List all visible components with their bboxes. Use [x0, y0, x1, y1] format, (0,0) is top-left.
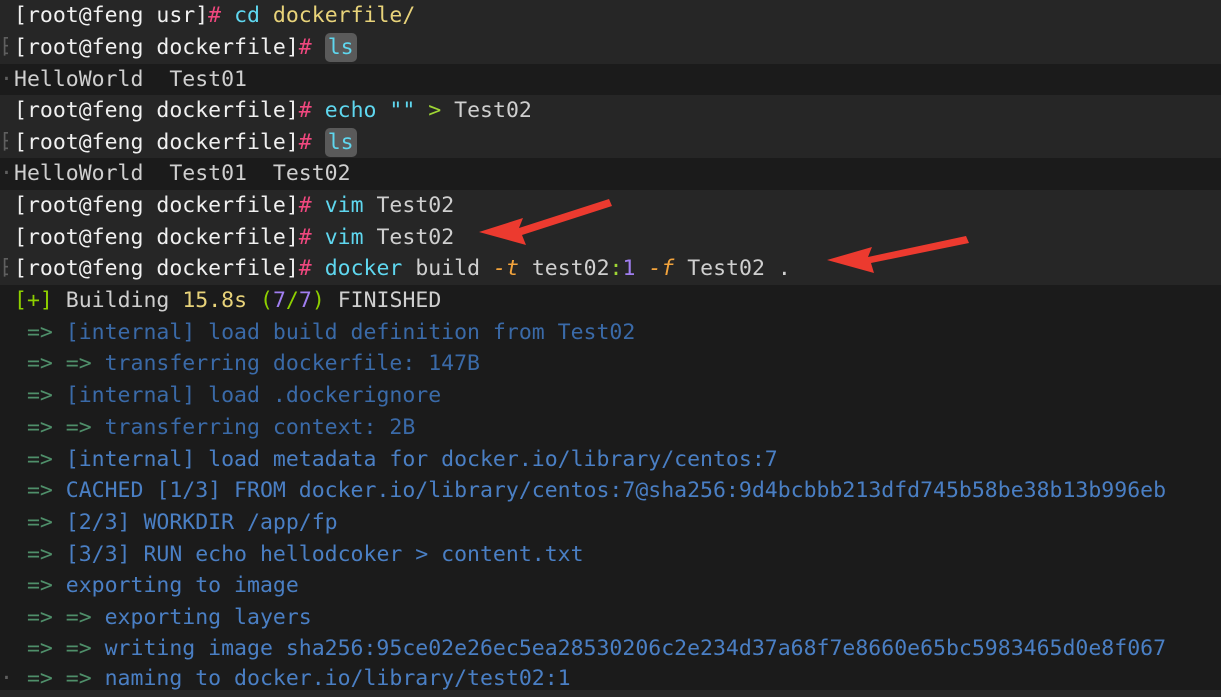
build-step-text: exporting layers — [104, 605, 312, 630]
arg-test02-file: Test02 — [376, 225, 455, 250]
build-step-text: transferring context: 2B — [104, 415, 416, 440]
build-step-line: => exporting to image — [0, 570, 1221, 602]
build-step-line-naming: => => naming to docker.io/library/test02… — [0, 663, 1221, 695]
build-step-arrow: => — [14, 447, 66, 472]
ls-output-text: HelloWorld Test01 Test02 — [14, 161, 351, 186]
build-step-text: writing image sha256:95ce02e26ec5ea28530… — [104, 636, 1167, 661]
flag-tag: -t — [493, 256, 519, 281]
build-step-line: => [internal] load build definition from… — [0, 317, 1221, 349]
command-ls: ls — [327, 130, 354, 155]
build-step-arrow: => — [14, 478, 66, 503]
prompt-hash: # — [208, 3, 222, 28]
building-duration: 15.8s — [182, 288, 248, 313]
echo-quotes: "" — [389, 98, 416, 123]
highlight-pill-ls: ls — [324, 33, 357, 62]
shell-prompt: [root@feng dockerfile] — [14, 225, 299, 250]
build-step-line: => => transferring dockerfile: 147B — [0, 348, 1221, 380]
terminal-line-building-status: [+] Building 15.8s (7/7) FINISHED — [0, 285, 1221, 317]
build-step-text: [internal] load build definition from Te… — [65, 320, 636, 345]
terminal-line-ls-1: [root@feng dockerfile]# ls — [0, 32, 1221, 64]
shell-prompt: [root@feng dockerfile] — [14, 256, 299, 281]
steps-slash: / — [285, 288, 299, 313]
build-step-line: => [3/3] RUN echo hellodcoker > content.… — [0, 539, 1221, 571]
terminal-line-ls-2: [root@feng dockerfile]# ls — [0, 127, 1221, 159]
command-echo: echo — [324, 98, 377, 123]
steps-done: 7 — [272, 288, 286, 313]
shell-prompt: [root@feng dockerfile] — [14, 35, 299, 60]
build-step-arrow: => — [14, 573, 66, 598]
steps-total: 7 — [298, 288, 312, 313]
prompt-hash: # — [298, 98, 312, 123]
command-ls: ls — [327, 35, 354, 60]
terminal-window[interactable]: 日 · 日 · 日 · [root@feng usr]# cd dockerfi… — [0, 0, 1221, 697]
build-step-arrow: => => — [14, 605, 105, 630]
command-docker: docker — [324, 256, 403, 281]
build-step-arrow: => — [14, 542, 66, 567]
build-step-text: [internal] load metadata for docker.io/l… — [65, 447, 778, 472]
build-step-text: naming to docker.io/library/test02:1 — [104, 666, 571, 691]
docker-subcommand-build: build — [415, 256, 481, 281]
build-step-text: CACHED [1/3] FROM docker.io/library/cent… — [65, 478, 1167, 503]
build-step-line: => [internal] load metadata for docker.i… — [0, 444, 1221, 476]
terminal-line-vim-2: [root@feng dockerfile]# vim Test02 — [0, 222, 1221, 254]
build-context-arg: . — [777, 256, 791, 281]
build-step-text: transferring dockerfile: 147B — [104, 351, 480, 376]
shell-prompt: [root@feng dockerfile] — [14, 98, 299, 123]
highlight-pill-ls: ls — [324, 128, 357, 157]
build-step-arrow: => — [14, 383, 66, 408]
tag-separator: : — [609, 256, 623, 281]
build-step-arrow: => — [14, 320, 66, 345]
command-vim: vim — [324, 225, 364, 250]
terminal-line-echo: [root@feng dockerfile]# echo "" > Test02 — [0, 95, 1221, 127]
terminal-line-ls-output-2: HelloWorld Test01 Test02 — [0, 158, 1221, 190]
redirect-operator: > — [428, 98, 442, 123]
terminal-line-vim-1: [root@feng dockerfile]# vim Test02 — [0, 190, 1221, 222]
building-label: Building — [65, 288, 170, 313]
build-step-line: => [internal] load .dockerignore — [0, 380, 1221, 412]
build-step-arrow: => => — [14, 415, 105, 440]
arg-dockerfile-dir: dockerfile/ — [272, 3, 416, 28]
build-step-text: exporting to image — [65, 573, 299, 598]
ls-output-text: HelloWorld Test01 — [14, 67, 247, 92]
build-step-arrow: => => — [14, 636, 105, 661]
shell-prompt: [root@feng dockerfile] — [14, 193, 299, 218]
flag-file: -f — [648, 256, 675, 281]
build-step-arrow: => => — [14, 351, 105, 376]
arg-test02-file: Test02 — [454, 98, 532, 123]
building-bracket: [+] — [14, 288, 53, 313]
command-cd: cd — [234, 3, 260, 28]
terminal-line-docker-build: [root@feng dockerfile]# docker build -t … — [0, 253, 1221, 285]
building-status: FINISHED — [337, 288, 442, 313]
shell-prompt: [root@feng usr] — [14, 3, 209, 28]
paren-open: ( — [260, 288, 273, 313]
build-step-line: => [2/3] WORKDIR /app/fp — [0, 507, 1221, 539]
build-step-line-cached: => CACHED [1/3] FROM docker.io/library/c… — [0, 475, 1221, 507]
prompt-hash: # — [298, 130, 312, 155]
image-tag: 1 — [622, 256, 636, 281]
prompt-hash: # — [298, 225, 312, 250]
terminal-line-ls-output-1: HelloWorld Test01 — [0, 64, 1221, 96]
arg-test02-file: Test02 — [376, 193, 455, 218]
terminal-line-cd: [root@feng usr]# cd dockerfile/ — [0, 0, 1221, 32]
build-step-arrow: => => — [14, 666, 105, 691]
paren-close: ) — [311, 288, 325, 313]
dockerfile-arg: Test02 — [687, 256, 765, 281]
command-vim: vim — [324, 193, 364, 218]
build-step-text: [3/3] RUN echo hellodcoker > content.txt — [65, 542, 584, 567]
build-step-text: [internal] load .dockerignore — [65, 383, 442, 408]
build-step-line-writing-image: => => writing image sha256:95ce02e26ec5e… — [0, 633, 1221, 665]
build-step-text: [2/3] WORKDIR /app/fp — [65, 510, 338, 535]
prompt-hash: # — [298, 193, 312, 218]
build-step-line: => => exporting layers — [0, 602, 1221, 634]
build-step-line: => => transferring context: 2B — [0, 412, 1221, 444]
image-name: test02 — [531, 256, 610, 281]
prompt-hash: # — [298, 35, 312, 60]
shell-prompt: [root@feng dockerfile] — [14, 130, 299, 155]
prompt-hash: # — [298, 256, 312, 281]
build-step-arrow: => — [14, 510, 66, 535]
